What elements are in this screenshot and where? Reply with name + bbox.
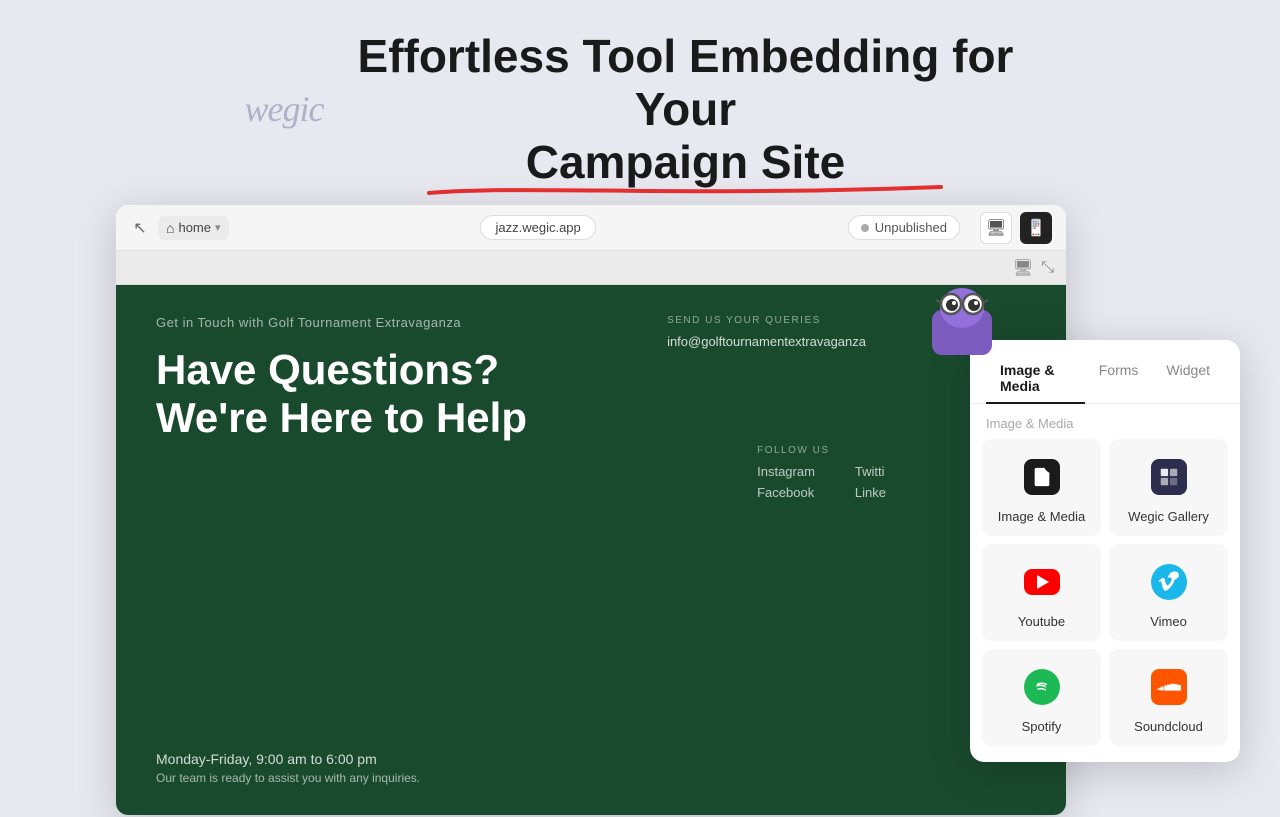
card-youtube-label: Youtube — [1018, 614, 1065, 629]
desktop-icon: 🖥 — [986, 218, 1006, 238]
facebook-link[interactable]: Facebook — [757, 485, 815, 500]
card-spotify[interactable]: Spotify — [982, 649, 1101, 746]
site-subtitle: Get in Touch with Golf Tournament Extrav… — [156, 315, 1026, 330]
site-content: Get in Touch with Golf Tournament Extrav… — [116, 285, 1066, 815]
social-list-right: Twitti Linke — [855, 464, 886, 500]
desktop-view-button[interactable]: 🖥 — [980, 212, 1012, 244]
card-vimeo[interactable]: Vimeo — [1109, 544, 1228, 641]
footer-description: Our team is ready to assist you with any… — [156, 771, 420, 785]
footer-info: Monday-Friday, 9:00 am to 6:00 pm Our te… — [156, 751, 420, 785]
linkedin-link[interactable]: Linke — [855, 485, 886, 500]
browser-toolbar: ↖ ⌂ home ▾ jazz.wegic.app Unpublished 🖥 — [116, 205, 1066, 251]
soundcloud-icon — [1147, 665, 1191, 709]
card-wegic-gallery-label: Wegic Gallery — [1128, 509, 1209, 524]
page-header: wegic Effortless Tool Embedding for Your… — [0, 0, 1280, 215]
tab-widget[interactable]: Widget — [1152, 354, 1224, 404]
home-label: home — [178, 220, 211, 235]
status-badge: Unpublished — [848, 215, 960, 240]
page-heading: Effortless Tool Embedding for Your Campa… — [335, 30, 1035, 189]
twitter-link[interactable]: Twitti — [855, 464, 886, 479]
card-image-media-label: Image & Media — [998, 509, 1085, 524]
footer-hours: Monday-Friday, 9:00 am to 6:00 pm — [156, 751, 420, 767]
panel-section-label: Image & Media — [970, 404, 1240, 439]
mobile-icon: 📱 — [1026, 218, 1046, 238]
decorative-underline — [425, 183, 945, 197]
card-wegic-gallery[interactable]: Wegic Gallery — [1109, 439, 1228, 536]
card-vimeo-label: Vimeo — [1150, 614, 1187, 629]
mascot — [922, 280, 1002, 360]
social-list-left: Instagram Facebook — [757, 464, 815, 500]
home-nav[interactable]: ⌂ home ▾ — [158, 216, 229, 240]
contact-label: SEND US YOUR QUERIES — [667, 315, 866, 326]
youtube-icon — [1020, 560, 1064, 604]
wegic-gallery-icon — [1147, 455, 1191, 499]
status-dot — [861, 224, 869, 232]
follow-label: FOLLOW US — [757, 445, 886, 456]
instagram-link[interactable]: Instagram — [757, 464, 815, 479]
status-label: Unpublished — [875, 220, 947, 235]
monitor-icon[interactable]: 🖥 — [1013, 258, 1033, 278]
card-image-media[interactable]: Image & Media — [982, 439, 1101, 536]
tab-image-media[interactable]: Image & Media — [986, 354, 1085, 404]
image-media-icon — [1020, 455, 1064, 499]
follow-section: FOLLOW US Instagram Facebook Twitti Link… — [757, 445, 886, 500]
contact-email: info@golftournamentextravaganza — [667, 334, 866, 349]
site-heading: Have Questions? We're Here to Help — [156, 346, 536, 443]
chevron-down-icon: ▾ — [215, 221, 221, 234]
card-spotify-label: Spotify — [1022, 719, 1062, 734]
card-soundcloud-label: Soundcloud — [1134, 719, 1203, 734]
logo: wegic — [245, 88, 324, 130]
media-panel: Image & Media Forms Widget Image & Media… — [970, 340, 1240, 762]
url-text[interactable]: jazz.wegic.app — [480, 215, 595, 240]
mobile-view-button[interactable]: 📱 — [1020, 212, 1052, 244]
expand-icon[interactable]: ⤡ — [1041, 259, 1054, 277]
tab-forms[interactable]: Forms — [1085, 354, 1153, 404]
card-soundcloud[interactable]: Soundcloud — [1109, 649, 1228, 746]
panel-tabs: Image & Media Forms Widget — [970, 340, 1240, 404]
contact-section: SEND US YOUR QUERIES info@golftournament… — [667, 315, 866, 349]
panel-cards-grid: Image & Media Wegic Gallery — [970, 439, 1240, 746]
url-bar: jazz.wegic.app — [239, 215, 838, 240]
vimeo-icon — [1147, 560, 1191, 604]
spotify-icon — [1020, 665, 1064, 709]
home-icon: ⌂ — [166, 220, 174, 236]
card-youtube[interactable]: Youtube — [982, 544, 1101, 641]
back-icon[interactable]: ↖ — [130, 218, 150, 238]
page-background: wegic Effortless Tool Embedding for Your… — [0, 0, 1280, 817]
